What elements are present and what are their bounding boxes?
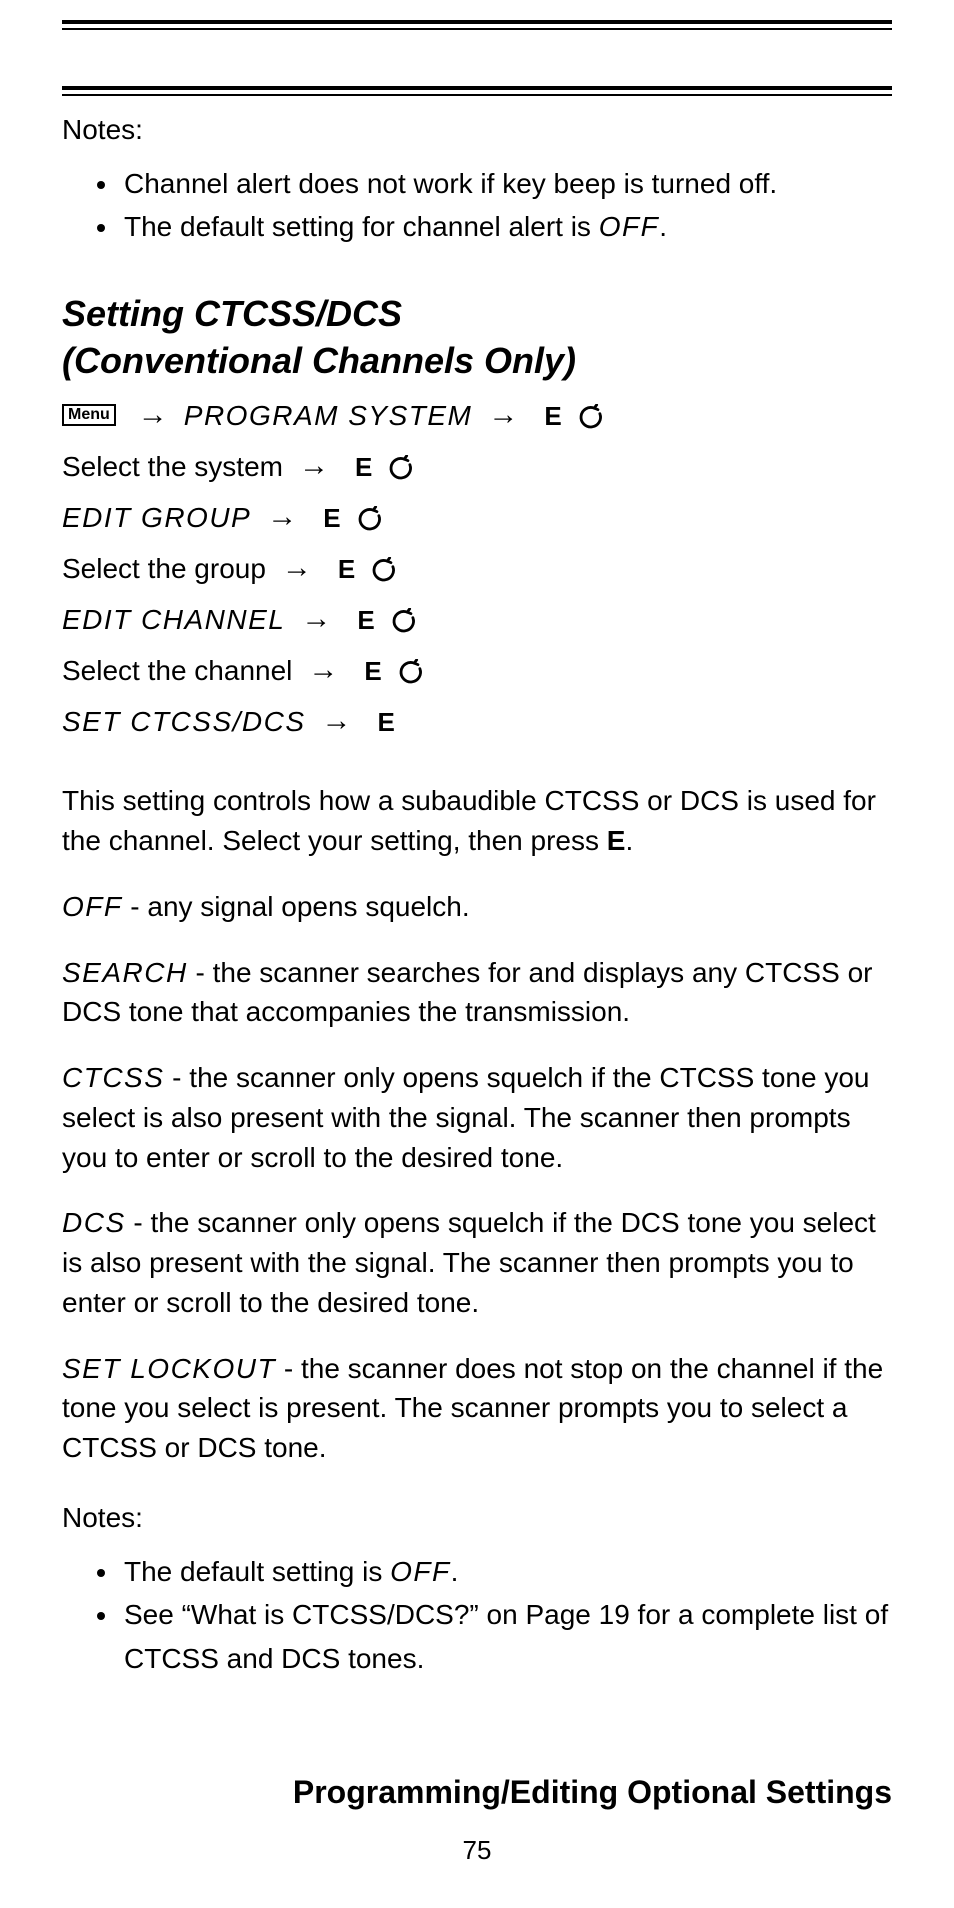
nav-text: Select the channel bbox=[62, 647, 292, 695]
key-e: E bbox=[357, 598, 374, 642]
list-item: See “What is CTCSS/DCS?” on Page 19 for … bbox=[120, 1593, 892, 1680]
lcd-text: PROGRAM SYSTEM bbox=[184, 392, 473, 440]
lcd-text: DCS bbox=[62, 1207, 126, 1238]
lcd-text: SEARCH bbox=[62, 957, 188, 988]
list-item-text: The default setting is bbox=[124, 1556, 390, 1587]
lcd-text: OFF bbox=[390, 1556, 451, 1587]
list-item-text: The default setting for channel alert is bbox=[124, 211, 599, 242]
heading-line: (Conventional Channels Only) bbox=[62, 340, 576, 381]
options-block: OFF - any signal opens squelch. SEARCH - … bbox=[62, 887, 892, 1468]
notes-list-1: Channel alert does not work if key beep … bbox=[62, 162, 892, 249]
second-double-rule bbox=[62, 86, 892, 96]
lcd-text: SET CTCSS/DCS bbox=[62, 698, 306, 746]
lcd-text: CTCSS bbox=[62, 1062, 164, 1093]
list-item-text: . bbox=[451, 1556, 459, 1587]
arrow-right-icon: → bbox=[322, 695, 352, 746]
option-paragraph: DCS - the scanner only opens squelch if … bbox=[62, 1203, 892, 1322]
nav-line: Select the group → E bbox=[62, 543, 892, 594]
key-e: E bbox=[364, 649, 381, 693]
option-paragraph: SET LOCKOUT - the scanner does not stop … bbox=[62, 1349, 892, 1468]
option-text: - the scanner only opens squelch if the … bbox=[62, 1207, 876, 1318]
key-e: E bbox=[607, 825, 626, 856]
paragraph-text: This setting controls how a subaudible C… bbox=[62, 785, 876, 856]
scroll-icon bbox=[398, 659, 424, 685]
nav-text: Select the group bbox=[62, 545, 266, 593]
section-heading: Setting CTCSS/DCS (Conventional Channels… bbox=[62, 291, 892, 385]
nav-line: Menu → PROGRAM SYSTEM → E bbox=[62, 390, 892, 441]
list-item-text: . bbox=[659, 211, 667, 242]
key-e: E bbox=[544, 394, 561, 438]
scroll-icon bbox=[578, 404, 604, 430]
key-e: E bbox=[378, 700, 395, 744]
scroll-icon bbox=[357, 506, 383, 532]
key-e: E bbox=[338, 547, 355, 591]
notes-label-1: Notes: bbox=[62, 114, 892, 146]
arrow-right-icon: → bbox=[299, 440, 329, 491]
nav-line: EDIT CHANNEL → E bbox=[62, 594, 892, 645]
intro-paragraph: This setting controls how a subaudible C… bbox=[62, 781, 892, 861]
lcd-text: OFF bbox=[599, 211, 660, 242]
nav-line: SET CTCSS/DCS → E bbox=[62, 696, 892, 747]
notes-label-2: Notes: bbox=[62, 1502, 892, 1534]
arrow-right-icon: → bbox=[301, 593, 331, 644]
lcd-text: EDIT CHANNEL bbox=[62, 596, 285, 644]
lcd-text: OFF bbox=[62, 891, 123, 922]
option-paragraph: OFF - any signal opens squelch. bbox=[62, 887, 892, 927]
top-double-rule bbox=[62, 20, 892, 30]
nav-line: EDIT GROUP → E bbox=[62, 492, 892, 543]
arrow-right-icon: → bbox=[138, 389, 168, 440]
paragraph-text: . bbox=[625, 825, 633, 856]
list-item: The default setting for channel alert is… bbox=[120, 205, 892, 248]
nav-line: Select the channel → E bbox=[62, 645, 892, 696]
list-item: The default setting is OFF. bbox=[120, 1550, 892, 1593]
nav-line: Select the system → E bbox=[62, 441, 892, 492]
page-number: 75 bbox=[62, 1835, 892, 1866]
arrow-right-icon: → bbox=[308, 644, 338, 695]
key-e: E bbox=[323, 496, 340, 540]
lcd-text: EDIT GROUP bbox=[62, 494, 251, 542]
arrow-right-icon: → bbox=[267, 491, 297, 542]
menu-button-icon: Menu bbox=[62, 404, 116, 426]
heading-line: Setting CTCSS/DCS bbox=[62, 293, 402, 334]
arrow-right-icon: → bbox=[282, 542, 312, 593]
key-e: E bbox=[355, 445, 372, 489]
notes-list-2: The default setting is OFF. See “What is… bbox=[62, 1550, 892, 1680]
scroll-icon bbox=[391, 608, 417, 634]
option-text: - any signal opens squelch. bbox=[123, 891, 470, 922]
list-item: Channel alert does not work if key beep … bbox=[120, 162, 892, 205]
option-paragraph: CTCSS - the scanner only opens squelch i… bbox=[62, 1058, 892, 1177]
arrow-right-icon: → bbox=[488, 389, 518, 440]
scroll-icon bbox=[371, 557, 397, 583]
option-text: - the scanner only opens squelch if the … bbox=[62, 1062, 869, 1173]
nav-text: Select the system bbox=[62, 443, 283, 491]
footer-section-title: Programming/Editing Optional Settings bbox=[62, 1774, 892, 1811]
lcd-text: SET LOCKOUT bbox=[62, 1353, 276, 1384]
option-paragraph: SEARCH - the scanner searches for and di… bbox=[62, 953, 892, 1033]
scroll-icon bbox=[388, 455, 414, 481]
menu-navigation-block: Menu→PROGRAM SYSTEM→E Select the system→… bbox=[62, 390, 892, 747]
